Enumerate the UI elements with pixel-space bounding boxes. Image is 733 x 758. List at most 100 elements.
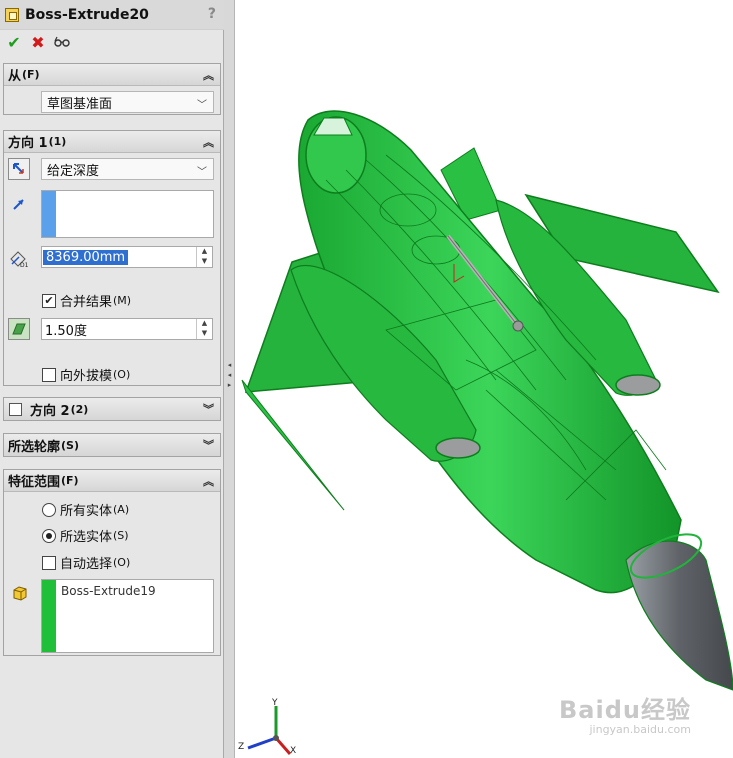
direction1-group-header[interactable]: 方向 1 (1) ︽	[4, 131, 220, 153]
spin-down-icon[interactable]: ▼	[197, 257, 212, 267]
watermark: Baidu经验 jingyan.baidu.com	[559, 690, 691, 736]
panel-splitter[interactable]: ◂ ◂ ▸	[224, 0, 235, 758]
direction1-group: 方向 1 (1) ︽ 给定深度 ﹀ D1 8369.00mm ▲ ▼ ✔ 合并结…	[3, 130, 221, 386]
selected-bodies-hotkey: (S)	[113, 529, 129, 542]
merge-result-checkbox[interactable]: ✔ 合并结果 (M)	[42, 291, 131, 310]
from-group: 从 (F) ︽ 草图基准面 ﹀	[3, 63, 221, 115]
radio-off-icon	[42, 502, 56, 517]
direction2-header-label: 方向 2	[30, 403, 70, 419]
right-exhaust	[615, 374, 661, 396]
radio-on-icon	[42, 528, 56, 543]
collapse-chevron-icon[interactable]: ︽	[203, 134, 214, 150]
start-condition-value: 草图基准面	[47, 96, 113, 112]
axis-triad[interactable]	[236, 698, 296, 758]
direction1-header-label: 方向 1	[8, 136, 48, 151]
feature-scope-group: 特征范围 (F) ︽ 所有实体 (A) 所选实体 (S) 自动选择 (O) Bo…	[3, 469, 221, 656]
bodies-list[interactable]: Boss-Extrude19	[41, 579, 214, 653]
expand-chevron-icon[interactable]: ︾	[203, 401, 214, 417]
depth-input[interactable]: 8369.00mm ▲ ▼	[41, 246, 213, 268]
end-condition-value: 给定深度	[47, 163, 100, 179]
left-exhaust	[435, 437, 481, 459]
selected-bodies-radio[interactable]: 所选实体 (S)	[42, 526, 129, 545]
auto-select-checkbox[interactable]: 自动选择 (O)	[42, 553, 130, 572]
boss-extrude-icon	[5, 7, 19, 22]
direction2-group-header[interactable]: 方向 2 (2) ︾	[4, 398, 220, 420]
collapse-chevron-icon[interactable]: ︽	[203, 67, 214, 83]
from-header-hotkey: (F)	[22, 68, 40, 81]
nose-cone	[625, 540, 733, 691]
spin-down-icon[interactable]: ▼	[197, 329, 212, 339]
selection-color-bar	[42, 191, 56, 237]
selection-color-bar	[42, 580, 56, 652]
reverse-direction-icon	[13, 163, 24, 174]
direction1-header-hotkey: (1)	[48, 135, 67, 148]
selected-contours-header[interactable]: 所选轮廓 (S) ︾	[4, 434, 220, 456]
aircraft-model[interactable]	[236, 0, 733, 758]
all-bodies-radio[interactable]: 所有实体 (A)	[42, 500, 129, 519]
feature-scope-header[interactable]: 特征范围 (F) ︽	[4, 470, 220, 492]
checkbox-unchecked-icon	[42, 367, 56, 382]
selected-bodies-label: 所选实体	[60, 530, 113, 545]
all-bodies-hotkey: (A)	[113, 503, 130, 516]
left-wing-tip	[241, 379, 345, 511]
feature-scope-hotkey: (F)	[61, 474, 79, 487]
selected-contours-hotkey: (S)	[61, 438, 79, 452]
draft-toggle-button[interactable]	[8, 318, 30, 340]
glasses-icon	[54, 36, 70, 47]
solid-body-icon	[9, 582, 31, 604]
expand-chevron-icon[interactable]: ︾	[203, 437, 214, 453]
end-condition-select[interactable]: 给定深度 ﹀	[41, 158, 214, 180]
collapse-arrows-icon[interactable]: ◂ ◂ ▸	[227, 360, 232, 390]
selected-contours-group: 所选轮廓 (S) ︾	[3, 433, 221, 457]
all-bodies-label: 所有实体	[60, 504, 113, 519]
axis-label-z: Z	[238, 742, 245, 752]
selected-contours-label: 所选轮廓	[8, 439, 61, 455]
from-header-label: 从	[8, 69, 22, 84]
axis-label-x: X	[290, 746, 297, 756]
start-condition-select[interactable]: 草图基准面 ﹀	[41, 91, 214, 113]
draft-outward-checkbox[interactable]: 向外拔模 (O)	[42, 365, 130, 384]
draft-outward-label: 向外拔模	[60, 369, 113, 384]
direction2-group: 方向 2 (2) ︾	[3, 397, 221, 421]
auto-select-label: 自动选择	[60, 557, 113, 572]
from-group-header[interactable]: 从 (F) ︽	[4, 64, 220, 86]
property-manager: Boss-Extrude20 ? ✔ ✖ 从 (F) ︽ 草图基准面 ﹀ 方向 …	[0, 0, 224, 758]
svg-text:D1: D1	[20, 262, 29, 268]
spin-up-icon[interactable]: ▲	[197, 319, 212, 329]
watermark-brand: Baidu经验	[559, 696, 691, 724]
axis-label-y: Y	[272, 698, 278, 708]
draft-icon	[12, 323, 26, 335]
draft-angle-spinner[interactable]: ▲ ▼	[196, 319, 212, 339]
draft-outward-hotkey: (O)	[113, 368, 131, 381]
detailed-preview-button[interactable]	[52, 32, 72, 52]
graphics-viewport[interactable]: Y Z X Baidu经验 jingyan.baidu.com	[236, 0, 733, 758]
ok-button[interactable]: ✔	[4, 32, 24, 52]
spin-up-icon[interactable]: ▲	[197, 247, 212, 257]
checkbox-unchecked-icon	[42, 555, 56, 570]
reverse-direction-button[interactable]	[8, 158, 30, 180]
auto-select-hotkey: (O)	[113, 556, 131, 569]
merge-result-hotkey: (M)	[113, 294, 132, 307]
checkbox-checked-icon: ✔	[42, 293, 56, 308]
depth-value: 8369.00mm	[43, 249, 129, 265]
action-bar: ✔ ✖	[0, 31, 224, 53]
chevron-down-icon: ﹀	[197, 167, 207, 178]
direction2-checkbox[interactable]	[9, 402, 22, 416]
help-icon[interactable]: ?	[208, 6, 216, 22]
feature-scope-label: 特征范围	[8, 475, 61, 490]
depth-dimension-icon: D1	[8, 248, 30, 270]
feature-name: Boss-Extrude20	[25, 6, 149, 23]
direction2-header-hotkey: (2)	[70, 402, 89, 416]
depth-spinner[interactable]: ▲ ▼	[196, 247, 212, 267]
merge-result-label: 合并结果	[60, 295, 113, 310]
collapse-chevron-icon[interactable]: ︽	[203, 473, 214, 489]
draft-angle-input[interactable]: 1.50度 ▲ ▼	[41, 318, 213, 340]
chevron-down-icon: ﹀	[197, 100, 207, 111]
direction-reference-list[interactable]	[41, 190, 214, 238]
body-item[interactable]: Boss-Extrude19	[61, 584, 156, 598]
feature-title-bar: Boss-Extrude20 ?	[0, 0, 224, 30]
direction-vector-icon	[8, 193, 30, 215]
draft-angle-value: 1.50度	[45, 323, 87, 339]
cancel-button[interactable]: ✖	[28, 32, 48, 52]
solidworks-window: Boss-Extrude20 ? ✔ ✖ 从 (F) ︽ 草图基准面 ﹀ 方向 …	[0, 0, 733, 758]
